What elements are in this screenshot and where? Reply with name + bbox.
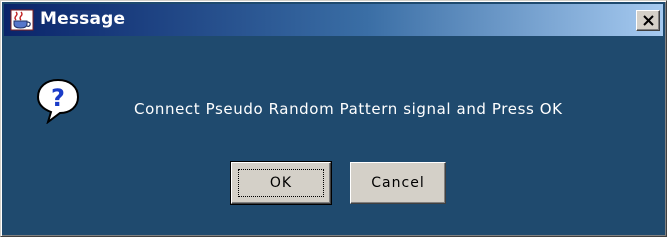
message-text: Connect Pseudo Random Pattern signal and… — [134, 100, 563, 118]
window-title: Message — [40, 9, 126, 29]
cancel-button[interactable]: Cancel — [350, 162, 446, 204]
cancel-button-label: Cancel — [371, 175, 425, 191]
dialog-body: ? Connect Pseudo Random Pattern signal a… — [4, 38, 663, 233]
question-icon: ? — [34, 78, 82, 125]
message-dialog: Message ? Connect Pseudo Random Pattern … — [0, 0, 667, 237]
focus-indicator — [238, 169, 324, 197]
java-cup-icon — [10, 9, 34, 31]
close-icon — [643, 15, 654, 26]
svg-text:?: ? — [51, 84, 65, 112]
title-bar[interactable]: Message — [4, 4, 663, 36]
ok-button[interactable]: OK — [230, 161, 332, 205]
close-button[interactable] — [636, 10, 660, 31]
